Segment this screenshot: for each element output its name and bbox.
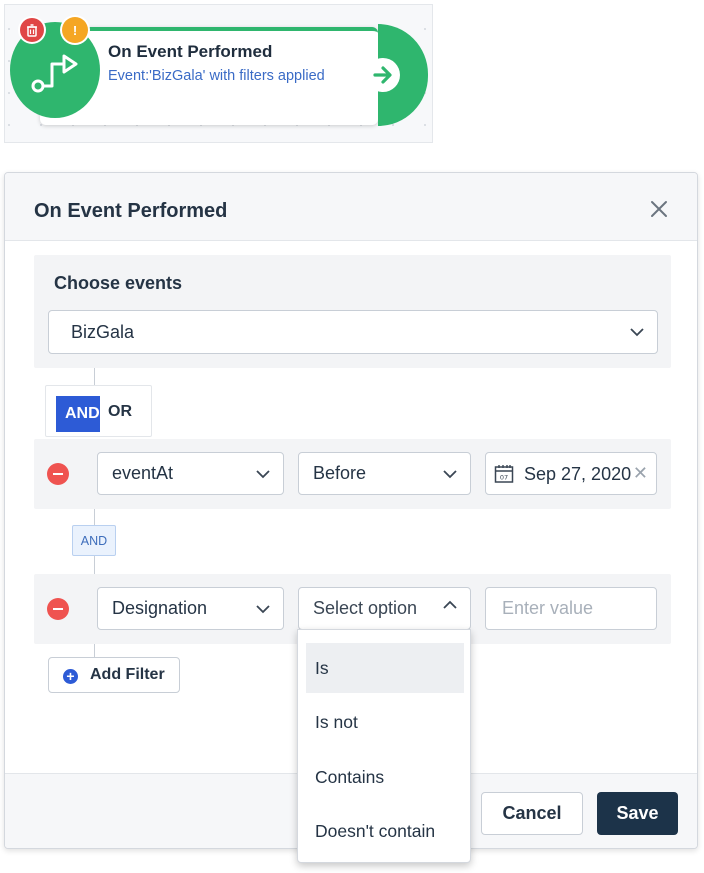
choose-events-section: Choose events BizGala bbox=[34, 255, 671, 368]
filter-row: eventAt Before 07 Sep 27, 2020 ✕ bbox=[34, 439, 671, 509]
choose-events-label: Choose events bbox=[54, 273, 183, 293]
filter-property-value: eventAt bbox=[112, 463, 174, 483]
save-button[interactable]: Save bbox=[597, 792, 678, 835]
between-filters-and-badge: AND bbox=[72, 525, 116, 556]
filter-operator-placeholder: Select option bbox=[313, 598, 418, 618]
connector-line bbox=[94, 368, 95, 385]
operator-dropdown-menu: Is Is not Contains Doesn't contain bbox=[297, 629, 471, 863]
dropdown-option[interactable]: Is not bbox=[306, 697, 464, 747]
close-icon[interactable] bbox=[647, 197, 671, 221]
dropdown-option[interactable]: Contains bbox=[306, 752, 464, 802]
cancel-button[interactable]: Cancel bbox=[481, 792, 583, 835]
modal-title: On Event Performed bbox=[34, 200, 228, 222]
clear-date-icon[interactable]: ✕ bbox=[633, 463, 648, 484]
remove-filter-icon[interactable] bbox=[47, 463, 69, 485]
add-filter-button[interactable]: + Add Filter bbox=[48, 657, 180, 693]
workflow-branch-icon bbox=[31, 54, 78, 93]
chevron-down-icon bbox=[443, 469, 457, 478]
arrow-right-circle-icon[interactable] bbox=[366, 58, 400, 92]
plus-icon: + bbox=[63, 669, 78, 684]
chevron-down-icon bbox=[256, 469, 270, 478]
event-select[interactable]: BizGala bbox=[48, 310, 658, 354]
chevron-down-icon bbox=[630, 328, 644, 337]
filter-operator-value: Before bbox=[313, 463, 367, 483]
connector-line bbox=[94, 509, 95, 525]
add-filter-label: Add Filter bbox=[90, 666, 165, 683]
trash-icon[interactable] bbox=[20, 18, 44, 42]
filter-operator-select[interactable]: Before bbox=[298, 452, 471, 495]
filter-date-input[interactable]: 07 Sep 27, 2020 ✕ bbox=[485, 452, 657, 495]
filter-operator-select[interactable]: Select option bbox=[298, 587, 471, 630]
filter-value-input[interactable] bbox=[485, 587, 657, 630]
modal-header: On Event Performed bbox=[5, 173, 697, 241]
filter-property-select[interactable]: Designation bbox=[97, 587, 284, 630]
remove-filter-icon[interactable] bbox=[47, 598, 69, 620]
and-toggle-button[interactable]: AND bbox=[56, 396, 100, 432]
or-toggle-button[interactable]: OR bbox=[108, 403, 132, 421]
connector-line bbox=[94, 644, 95, 657]
connector-line bbox=[94, 556, 95, 574]
node-subtitle: Event:'BizGala' with filters applied bbox=[108, 68, 325, 84]
warning-symbol: ! bbox=[72, 22, 78, 38]
dropdown-option[interactable]: Doesn't contain bbox=[306, 806, 464, 856]
and-or-toggle: AND OR bbox=[45, 385, 152, 437]
filter-property-select[interactable]: eventAt bbox=[97, 452, 284, 495]
calendar-icon: 07 bbox=[494, 465, 514, 483]
event-select-value: BizGala bbox=[71, 321, 135, 342]
node-title: On Event Performed bbox=[108, 42, 273, 61]
calendar-day: 07 bbox=[500, 474, 508, 482]
chevron-down-icon bbox=[256, 604, 270, 613]
dropdown-option[interactable]: Is bbox=[306, 643, 464, 693]
filter-property-value: Designation bbox=[112, 598, 208, 618]
chevron-up-icon bbox=[443, 600, 457, 609]
warning-icon[interactable]: ! bbox=[62, 17, 88, 43]
filter-date-value: Sep 27, 2020 bbox=[524, 464, 632, 484]
